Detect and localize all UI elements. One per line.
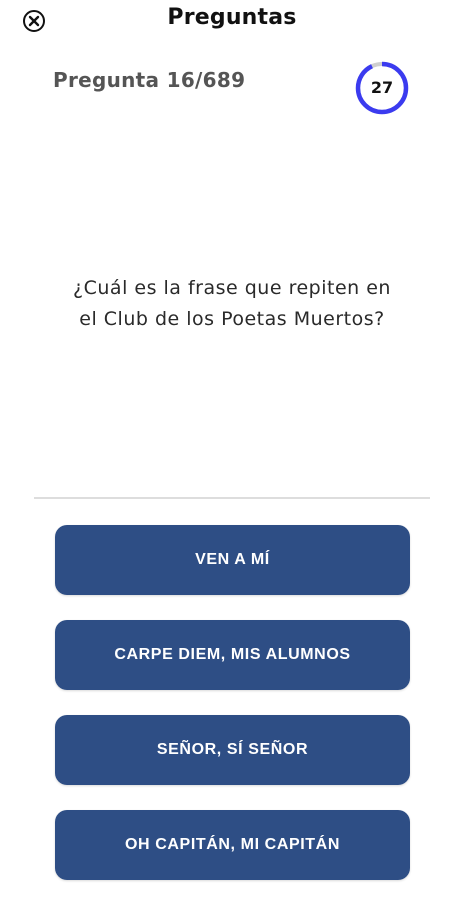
- answer-button-4[interactable]: OH CAPITÁN, MI CAPITÁN: [55, 810, 410, 880]
- timer-value: 27: [370, 78, 394, 97]
- question-counter: Pregunta 16/689: [53, 68, 246, 92]
- page-title: Preguntas: [167, 5, 297, 30]
- divider: [34, 497, 430, 499]
- answer-button-1[interactable]: VEN A MÍ: [55, 525, 410, 595]
- answer-button-3[interactable]: SEÑOR, SÍ SEÑOR: [55, 715, 410, 785]
- question-line-1: ¿Cuál es la frase que repiten en: [73, 277, 391, 299]
- countdown-timer: 27: [352, 60, 412, 116]
- question-text: ¿Cuál es la frase que repiten en el Club…: [30, 273, 434, 335]
- question-line-2: el Club de los Poetas Muertos?: [79, 308, 385, 330]
- answer-button-2[interactable]: CARPE DIEM, MIS ALUMNOS: [55, 620, 410, 690]
- answer-options: VEN A MÍ CARPE DIEM, MIS ALUMNOS SEÑOR, …: [55, 525, 410, 905]
